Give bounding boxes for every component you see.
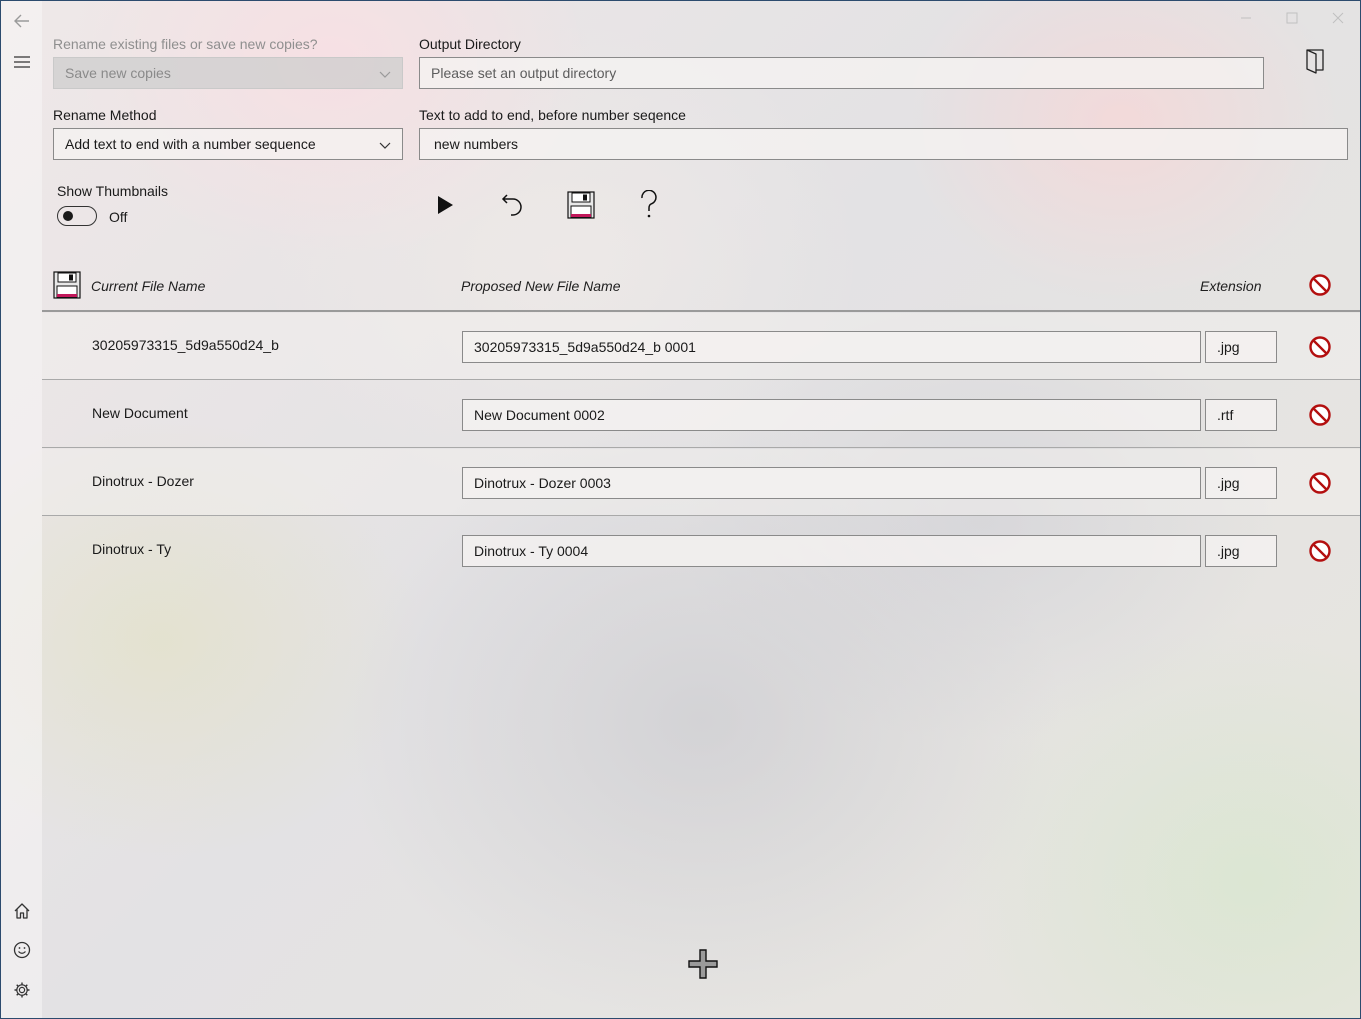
table-row: New Document New Document 0002 .rtf [42,381,1360,447]
current-file-name-header: Current File Name [91,278,206,294]
table-row: Dinotrux - Ty Dinotrux - Ty 0004 .jpg [42,517,1360,583]
proposed-file-name-header: Proposed New File Name [461,278,621,294]
proposed-name-input[interactable]: Dinotrux - Dozer 0003 [462,467,1201,499]
extension-value: .jpg [1217,475,1240,491]
maximize-icon [1286,12,1298,24]
remove-row-icon[interactable] [1307,334,1333,360]
help-button[interactable] [631,187,667,223]
extension-value: .rtf [1217,407,1234,423]
add-files-button[interactable] [687,948,719,980]
header-divider [42,310,1360,312]
remove-all-icon[interactable] [1307,272,1333,298]
table-row: Dinotrux - Dozer Dinotrux - Dozer 0003 .… [42,449,1360,515]
extension-value: .jpg [1217,543,1240,559]
show-thumbnails-toggle[interactable] [57,206,97,226]
extension-input[interactable]: .rtf [1205,399,1277,431]
text-to-add-input[interactable]: new numbers [419,128,1348,160]
remove-row-icon[interactable] [1307,402,1333,428]
help-icon [641,190,657,218]
extension-input[interactable]: .jpg [1205,331,1277,363]
output-directory-label: Output Directory [419,36,521,52]
close-icon [1332,12,1344,24]
close-button[interactable] [1315,1,1360,35]
mode-label: Rename existing files or save new copies… [53,36,318,52]
save-icon [53,271,81,299]
home-icon[interactable] [1,893,42,929]
save-button[interactable] [563,187,599,223]
chevron-down-icon [379,71,391,78]
gear-icon[interactable] [1,972,42,1008]
mode-value: Save new copies [65,65,171,81]
remove-row-icon[interactable] [1307,538,1333,564]
rename-method-value: Add text to end with a number sequence [65,136,316,152]
rename-method-combobox[interactable]: Add text to end with a number sequence [53,128,403,160]
toggle-state-label: Off [109,209,128,225]
proposed-name-input[interactable]: 30205973315_5d9a550d24_b 0001 [462,331,1201,363]
proposed-name-input[interactable]: Dinotrux - Ty 0004 [462,535,1201,567]
play-icon [438,196,453,214]
proposed-name-value: New Document 0002 [474,407,605,423]
remove-row-icon[interactable] [1307,470,1333,496]
extension-header: Extension [1200,278,1262,294]
extension-input[interactable]: .jpg [1205,535,1277,567]
chevron-down-icon [379,142,391,149]
row-divider [42,515,1360,516]
current-file-name: New Document [92,405,188,421]
mode-combobox[interactable]: Save new copies [53,57,403,89]
current-file-name: Dinotrux - Dozer [92,473,194,489]
minimize-icon [1241,17,1251,19]
smiley-icon[interactable] [1,932,42,968]
text-to-add-label: Text to add to end, before number seqenc… [419,107,686,123]
table-row: 30205973315_5d9a550d24_b 30205973315_5d9… [42,313,1360,379]
save-icon [567,191,595,219]
plus-icon [688,949,718,979]
output-directory-input[interactable]: Please set an output directory [419,57,1264,89]
back-arrow-icon[interactable] [1,3,42,39]
undo-button[interactable] [495,187,531,223]
proposed-name-input[interactable]: New Document 0002 [462,399,1201,431]
output-directory-placeholder: Please set an output directory [431,65,617,81]
toggle-knob [63,211,73,221]
current-file-name: 30205973315_5d9a550d24_b [92,337,279,353]
undo-icon [501,194,522,216]
row-divider [42,447,1360,448]
hamburger-icon[interactable] [1,44,42,80]
text-to-add-value: new numbers [434,136,519,152]
extension-value: .jpg [1217,339,1240,355]
proposed-name-value: 30205973315_5d9a550d24_b 0001 [474,339,696,355]
app-window: Rename existing files or save new copies… [0,0,1361,1019]
proposed-name-value: Dinotrux - Dozer 0003 [474,475,611,491]
rename-method-label: Rename Method [53,107,157,123]
maximize-button[interactable] [1269,1,1315,35]
minimize-button[interactable] [1223,1,1269,35]
open-folder-button[interactable] [1297,43,1333,79]
door-open-icon [1306,49,1324,74]
show-thumbnails-label: Show Thumbnails [57,183,169,199]
nav-rail [1,1,42,1018]
current-file-name: Dinotrux - Ty [92,541,172,557]
row-divider [42,379,1360,380]
extension-input[interactable]: .jpg [1205,467,1277,499]
save-all-button[interactable] [49,267,85,303]
proposed-name-value: Dinotrux - Ty 0004 [474,543,589,559]
run-button[interactable] [427,187,463,223]
